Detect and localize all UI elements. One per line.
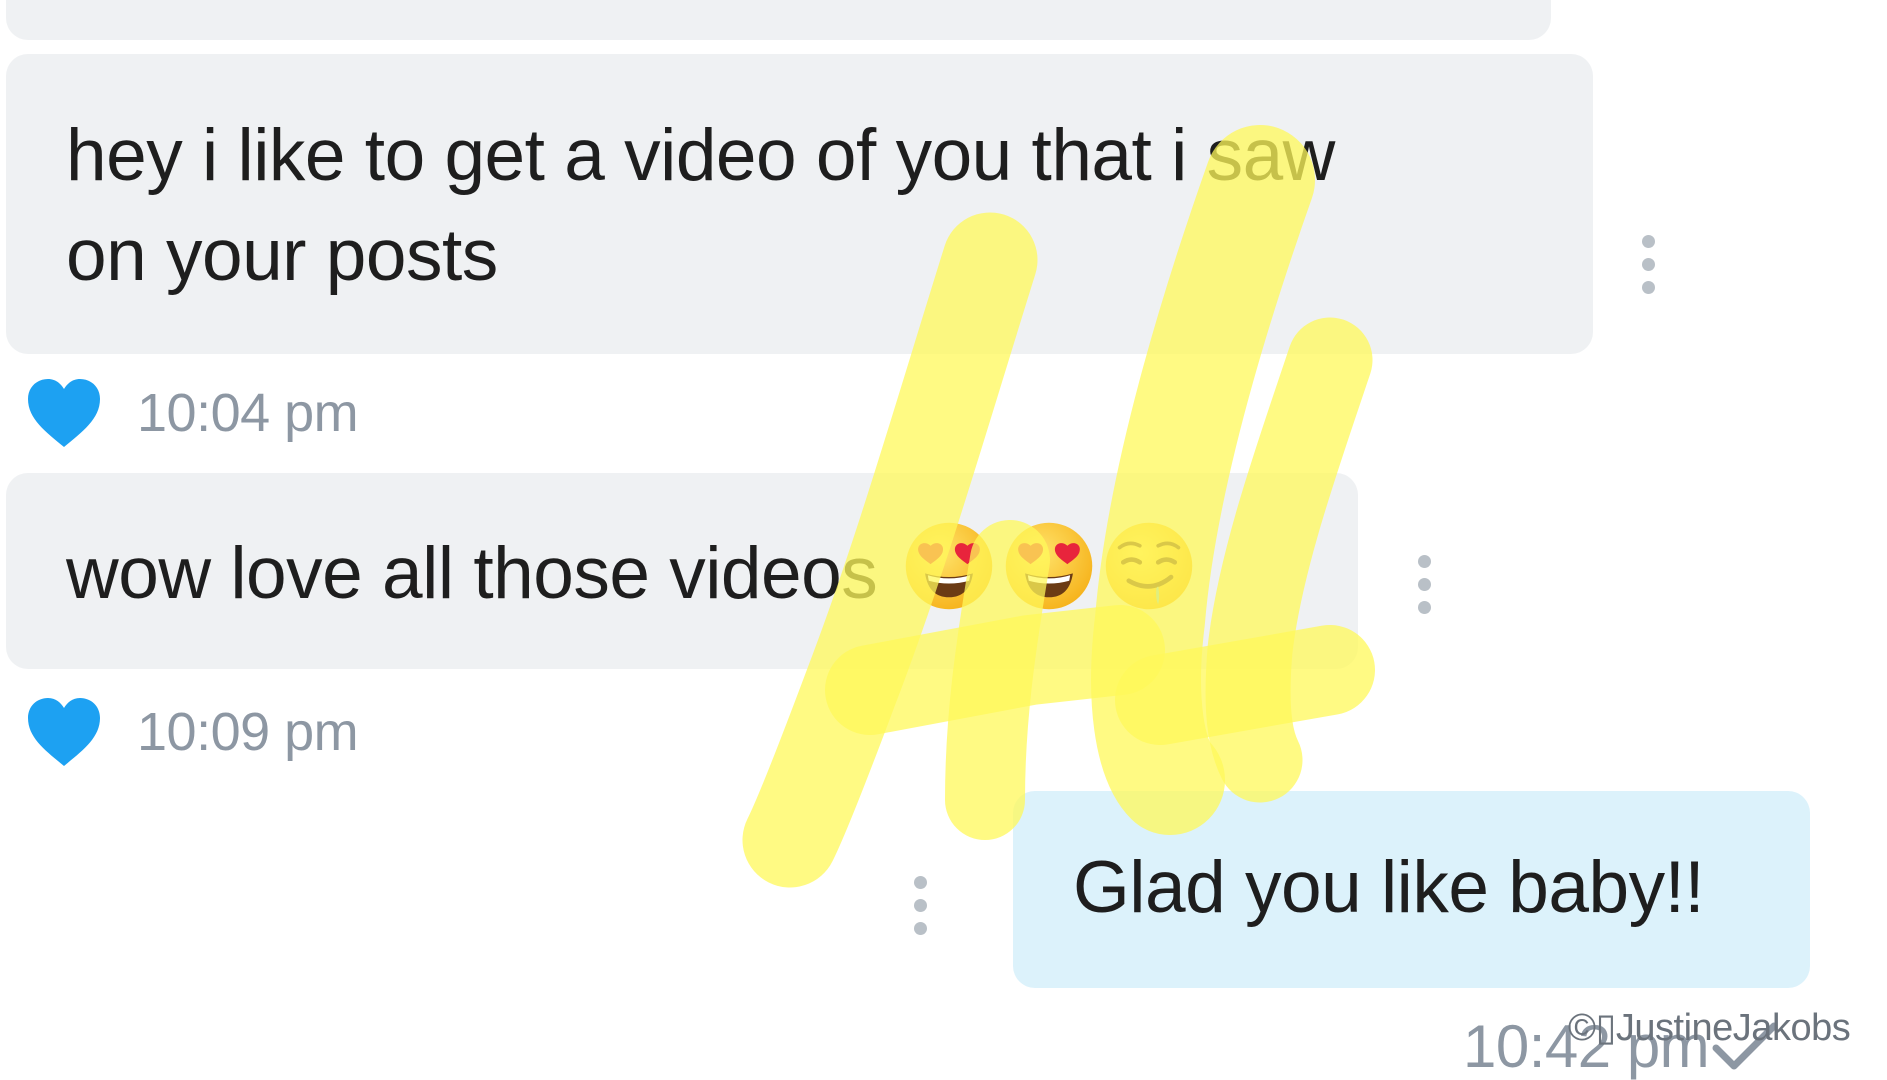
drooling-face-emoji [1105,522,1193,610]
message-meta: 10:04 pm [26,373,359,453]
outgoing-message-bubble[interactable]: Glad you like baby!! [1013,791,1810,988]
heart-icon[interactable] [26,696,102,768]
message-text: Glad you like baby!! [1073,847,1705,928]
message-options-icon[interactable] [1416,555,1432,615]
message-text-line: on your posts [66,215,498,296]
incoming-message-bubble[interactable]: wow love all those videos [6,473,1358,669]
message-meta: 10:09 pm [26,692,359,772]
watermark-text: ©▯JustineJakobs [1568,1007,1851,1049]
message-timestamp: 10:04 pm [137,383,359,443]
heart-eyes-emoji [905,522,993,610]
incoming-message-bubble[interactable]: hey i like to get a video of you that i … [6,54,1593,354]
heart-icon[interactable] [26,377,102,449]
message-options-icon[interactable] [912,876,928,936]
message-timestamp: 10:09 pm [137,702,359,762]
message-text: wow love all those videos [66,533,878,614]
heart-eyes-emoji [1005,522,1093,610]
previous-message-bubble[interactable] [6,0,1551,40]
message-options-icon[interactable] [1640,235,1656,295]
message-text-line: hey i like to get a video of you that i … [66,115,1335,196]
chat-conversation: hey i like to get a video of you that i … [0,0,1887,1080]
